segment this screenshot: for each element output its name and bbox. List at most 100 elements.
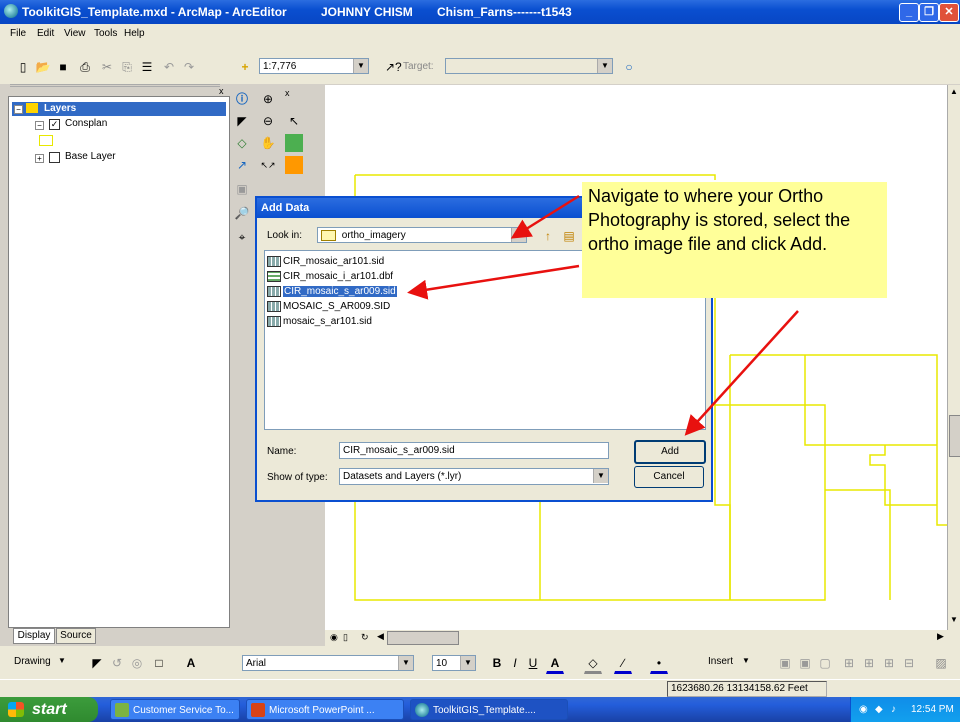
undo-icon[interactable]: ↶: [160, 58, 178, 76]
data-view-icon[interactable]: ◉: [330, 632, 338, 643]
chevron-down-icon[interactable]: ▼: [742, 656, 750, 665]
consplan-symbol-swatch[interactable]: [39, 135, 53, 146]
font-name-combo[interactable]: Arial ▼: [242, 655, 414, 671]
cut-icon[interactable]: ✂: [98, 58, 116, 76]
edit-target-combo[interactable]: ▼: [445, 58, 613, 74]
font-size-combo[interactable]: 10 ▼: [432, 655, 476, 671]
edit-vertices-icon[interactable]: ▨: [932, 654, 950, 672]
new-document-icon[interactable]: ▯: [14, 58, 32, 76]
flip-icon[interactable]: ⊟: [900, 654, 918, 672]
list-item[interactable]: mosaic_s_ar101.sid: [267, 314, 372, 329]
go-back-icon[interactable]: [285, 156, 303, 174]
scroll-down-icon[interactable]: ▼: [950, 615, 958, 624]
scroll-right-icon[interactable]: ▶: [937, 631, 944, 642]
list-item-selected[interactable]: CIR_mosaic_s_ar009.sid: [267, 284, 397, 299]
paste-icon[interactable]: ☰: [138, 58, 156, 76]
cancel-button[interactable]: Cancel: [634, 466, 704, 488]
pan-hand-icon[interactable]: ✋: [259, 134, 277, 152]
marker-color-icon[interactable]: •: [650, 654, 668, 674]
expand-icon[interactable]: +: [35, 154, 44, 163]
open-folder-icon[interactable]: 📂: [34, 58, 52, 76]
menu-view[interactable]: View: [64, 28, 86, 39]
rotate-icon[interactable]: ↺: [108, 654, 126, 672]
list-item[interactable]: CIR_mosaic_ar101.sid: [267, 254, 384, 269]
measure-icon[interactable]: ↖: [285, 112, 303, 130]
scroll-left-icon[interactable]: ◀: [377, 631, 384, 642]
edit-tool-icon[interactable]: ↗: [233, 156, 251, 174]
toc-close-icon[interactable]: x: [219, 86, 224, 96]
order-icon[interactable]: ▢: [816, 654, 834, 672]
editor-water-drop-icon[interactable]: ○: [620, 58, 638, 76]
bold-icon[interactable]: B: [488, 654, 506, 672]
redo-icon[interactable]: ↷: [180, 58, 198, 76]
restore-button[interactable]: ❐: [919, 3, 939, 22]
save-icon[interactable]: ■: [54, 58, 72, 76]
chevron-down-icon[interactable]: ▼: [511, 228, 526, 242]
chevron-down-icon[interactable]: ▼: [58, 656, 66, 665]
refresh-icon[interactable]: ↻: [361, 632, 369, 643]
select-features-icon[interactable]: ◇: [233, 134, 251, 152]
zoom-whole-page-icon[interactable]: ◎: [128, 654, 146, 672]
menu-file[interactable]: File: [10, 28, 26, 39]
network-icon[interactable]: ◉: [859, 697, 868, 722]
goto-xy-icon[interactable]: ⌖: [233, 228, 251, 246]
select-elements-icon[interactable]: ◤: [88, 654, 106, 672]
volume-icon[interactable]: ♪: [891, 697, 896, 722]
taskbar-item-arcmap[interactable]: ToolkitGIS_Template....: [410, 699, 568, 720]
show-type-combo[interactable]: Datasets and Layers (*.lyr) ▼: [339, 468, 609, 485]
fill-color-icon[interactable]: ◇: [584, 654, 602, 674]
font-color-icon[interactable]: A: [546, 654, 564, 674]
toc-layers-row[interactable]: − Layers: [12, 102, 226, 116]
zoom-in-icon[interactable]: ⊕: [259, 90, 277, 108]
map-vertical-scrollbar[interactable]: ▲ ▼: [947, 85, 960, 630]
list-item[interactable]: CIR_mosaic_i_ar101.dbf: [267, 269, 393, 284]
layout-view-icon[interactable]: ▯: [343, 632, 348, 643]
horizontal-scroll-thumb[interactable]: [387, 631, 459, 645]
menu-tools[interactable]: Tools: [94, 28, 117, 39]
whats-this-help-icon[interactable]: ↗?: [384, 58, 402, 76]
new-text-icon[interactable]: A: [182, 654, 200, 672]
minimize-button[interactable]: _: [899, 3, 919, 22]
connect-folder-icon[interactable]: ▤: [560, 227, 578, 245]
map-scale-combo[interactable]: 1:7,776 ▼: [259, 58, 369, 74]
identify-icon[interactable]: ⓘ: [233, 90, 251, 108]
list-item[interactable]: MOSAIC_S_AR009.SID: [267, 299, 390, 314]
close-button[interactable]: ✕: [939, 3, 959, 22]
fixed-zoom-in-icon[interactable]: ↖↗: [259, 156, 277, 174]
tools-toolbar-close-icon[interactable]: x: [285, 88, 290, 98]
select-pointer-icon[interactable]: ◤: [233, 112, 251, 130]
base-layer-visibility-checkbox[interactable]: [49, 152, 60, 163]
menu-edit[interactable]: Edit: [37, 28, 54, 39]
line-color-icon[interactable]: ∕: [614, 654, 632, 674]
taskbar-item-powerpoint[interactable]: Microsoft PowerPoint ...: [246, 699, 404, 720]
scroll-up-icon[interactable]: ▲: [950, 87, 958, 96]
nudge-icon[interactable]: ⊞: [880, 654, 898, 672]
taskbar-item-customer-service[interactable]: Customer Service To...: [110, 699, 240, 720]
menu-help[interactable]: Help: [124, 28, 145, 39]
underline-icon[interactable]: U: [524, 654, 542, 672]
ungroup-icon[interactable]: ▣: [796, 654, 814, 672]
toc-grip[interactable]: [10, 84, 220, 95]
chevron-down-icon[interactable]: ▼: [593, 469, 608, 483]
chevron-down-icon[interactable]: ▼: [398, 656, 413, 670]
antivirus-icon[interactable]: ◆: [875, 697, 883, 722]
chevron-down-icon[interactable]: ▼: [353, 59, 368, 73]
italic-icon[interactable]: I: [506, 654, 524, 672]
print-icon[interactable]: ⎙: [76, 58, 94, 76]
collapse-icon[interactable]: −: [35, 121, 44, 130]
drawing-menu[interactable]: Drawing: [14, 656, 51, 667]
insert-menu[interactable]: Insert: [708, 656, 733, 667]
add-button[interactable]: Add: [634, 440, 706, 464]
clear-selection-icon[interactable]: ▣: [233, 180, 251, 198]
consplan-visibility-checkbox[interactable]: ✓: [49, 119, 60, 130]
tab-source[interactable]: Source: [56, 628, 96, 644]
distribute-icon[interactable]: ⊞: [860, 654, 878, 672]
up-one-level-icon[interactable]: ↑: [539, 227, 557, 245]
find-binoculars-icon[interactable]: 🔎: [233, 204, 251, 222]
look-in-combo[interactable]: ortho_imagery ▼: [317, 227, 527, 243]
add-data-icon[interactable]: +: [236, 58, 254, 76]
copy-icon[interactable]: ⎘: [118, 58, 136, 76]
rectangle-icon[interactable]: □: [150, 654, 168, 672]
start-button[interactable]: start: [0, 697, 98, 722]
full-extent-icon[interactable]: [285, 134, 303, 152]
